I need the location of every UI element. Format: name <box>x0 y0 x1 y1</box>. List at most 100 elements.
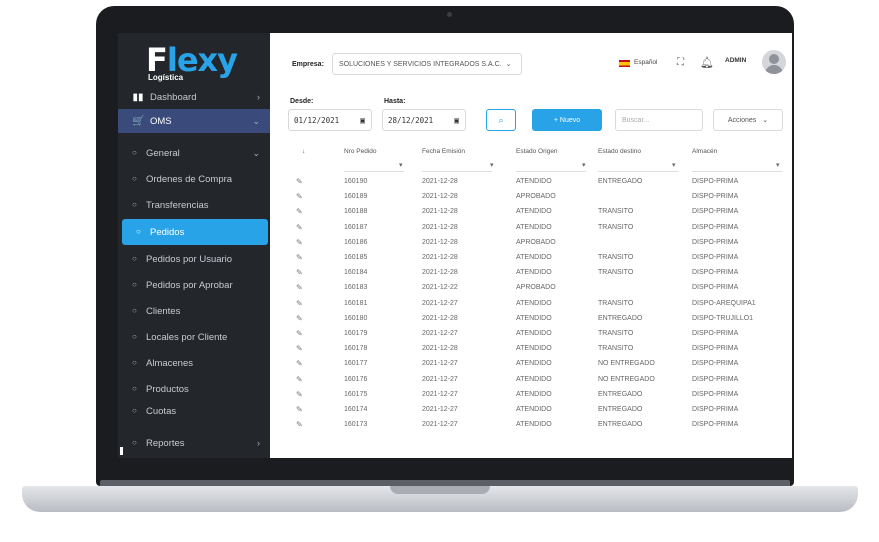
search-input[interactable]: Buscar... <box>615 109 703 131</box>
app-logo[interactable]: Flexy Logística <box>146 43 246 87</box>
sidebar-item-label: Cuotas <box>146 405 177 417</box>
table-row[interactable]: ✎ 160187 2021-12-28 ATENDIDO TRANSITO DISPO-P… <box>284 223 788 234</box>
edit-icon[interactable]: ✎ <box>296 299 303 308</box>
table-row[interactable]: ✎ 160189 2021-12-28 APROBADO DISPO-PRIMA <box>284 192 788 203</box>
fullscreen-icon[interactable]: ⛶ <box>677 57 684 68</box>
table-cell: TRANSITO <box>598 330 634 337</box>
chevron-down-icon: ⌄ <box>505 61 512 68</box>
calendar-icon[interactable]: ▣ <box>360 116 365 125</box>
sidebar-item-pedidos-usuario[interactable]: ○ Pedidos por Usuario <box>118 247 270 271</box>
filter-line <box>344 171 404 172</box>
table-row[interactable]: ✎ 160183 2021-12-22 APROBADO DISPO-PRIMA <box>284 283 788 294</box>
actions-label: Acciones <box>727 116 757 124</box>
sidebar-item-general[interactable]: ○ General ⌄ <box>118 141 270 165</box>
edit-icon[interactable]: ✎ <box>296 390 303 399</box>
user-name[interactable]: ADMIN <box>725 57 746 64</box>
table-cell: ATENDIDO <box>516 223 552 231</box>
header-estado-origen[interactable]: Estado Origen <box>516 148 558 155</box>
circle-icon: ○ <box>132 384 137 393</box>
hasta-date-input[interactable]: 28/12/2021 ▣ <box>382 109 466 131</box>
edit-icon[interactable]: ✎ <box>296 420 303 429</box>
header-nro-pedido[interactable]: Nro Pedido <box>344 148 377 155</box>
table-row[interactable]: ✎ 160173 2021-12-27 ATENDIDO ENTREGADO DISPO-… <box>284 420 788 431</box>
table-cell: DISPO-PRIMA <box>692 178 739 185</box>
sidebar: Flexy Logística ▮▮ Dashboard › 🛒 OMS ⌄ ○… <box>118 33 270 458</box>
sidebar-item-productos[interactable]: ○ Productos <box>118 377 270 401</box>
circle-icon: ○ <box>132 438 137 447</box>
filter-icon[interactable]: ▾ <box>582 161 586 169</box>
table-row[interactable]: ✎ 160176 2021-12-27 ATENDIDO NO ENTREGADO DIS… <box>284 375 788 386</box>
edit-icon[interactable]: ✎ <box>296 329 303 338</box>
table-row[interactable]: ✎ 160178 2021-12-28 ATENDIDO TRANSITO DISPO-P… <box>284 344 788 355</box>
new-button[interactable]: + Nuevo <box>532 109 602 131</box>
edit-icon[interactable]: ✎ <box>296 268 303 277</box>
table-row[interactable]: ✎ 160181 2021-12-27 ATENDIDO TRANSITO DISPO-A… <box>284 299 788 310</box>
filter-icon[interactable]: ▾ <box>399 161 403 169</box>
table-cell: 2021-12-28 <box>422 269 458 277</box>
circle-icon: ○ <box>132 254 137 263</box>
table-cell: 2021-12-27 <box>422 406 458 413</box>
edit-icon[interactable]: ✎ <box>296 314 303 323</box>
table-row[interactable]: ✎ 160184 2021-12-28 ATENDIDO TRANSITO DISPO-P… <box>284 268 788 279</box>
edit-icon[interactable]: ✎ <box>296 238 303 247</box>
avatar[interactable] <box>762 50 786 74</box>
header-sort-icon: ↓ <box>302 148 306 155</box>
sidebar-item-ordenes[interactable]: ○ Ordenes de Compra <box>118 167 270 191</box>
table-row[interactable]: ✎ 160188 2021-12-28 ATENDIDO TRANSITO DISPO-P… <box>284 207 788 218</box>
table-row[interactable]: ✎ 160175 2021-12-27 ATENDIDO ENTREGADO DISPO-… <box>284 390 788 401</box>
actions-dropdown[interactable]: Acciones ⌄ <box>713 109 783 131</box>
table-row[interactable]: ✎ 160185 2021-12-28 ATENDIDO TRANSITO DISPO-P… <box>284 253 788 264</box>
edit-icon[interactable]: ✎ <box>296 253 303 262</box>
top-bar: Empresa: SOLUCIONES Y SERVICIOS INTEGRAD… <box>270 33 792 95</box>
circle-icon: ○ <box>132 174 137 183</box>
table-cell: 160173 <box>344 421 368 429</box>
table-cell: 2021-12-28 <box>422 178 458 185</box>
search-button[interactable]: ⌕ <box>486 109 516 131</box>
table-cell: DISPO-PRIMA <box>692 345 739 353</box>
edit-icon[interactable]: ✎ <box>296 405 303 414</box>
header-estado-destino[interactable]: Estado destino <box>598 148 641 155</box>
bell-icon[interactable]: 🔔︎ <box>700 56 714 69</box>
table-cell: DISPO-PRIMA <box>692 390 739 398</box>
sidebar-item-oms[interactable]: 🛒 OMS ⌄ <box>118 109 270 133</box>
edit-icon[interactable]: ✎ <box>296 223 303 232</box>
edit-icon[interactable]: ✎ <box>296 344 303 353</box>
edit-icon[interactable]: ✎ <box>296 177 303 186</box>
empresa-select[interactable]: SOLUCIONES Y SERVICIOS INTEGRADOS S.A.C.… <box>332 53 522 75</box>
header-almacen[interactable]: Almacén <box>692 148 717 155</box>
sidebar-item-reportes[interactable]: ○ Reportes › <box>118 431 270 455</box>
table-cell: TRANSITO <box>598 345 634 353</box>
edit-icon[interactable]: ✎ <box>296 375 303 384</box>
edit-icon[interactable]: ✎ <box>296 207 303 216</box>
table-row[interactable]: ✎ 160179 2021-12-27 ATENDIDO TRANSITO DISPO-P… <box>284 329 788 340</box>
sidebar-item-dashboard[interactable]: ▮▮ Dashboard › <box>118 85 270 109</box>
sidebar-item-pedidos[interactable]: ○ Pedidos <box>122 219 268 245</box>
table-cell: APROBADO <box>516 193 556 201</box>
logo-subtitle: Logística <box>148 73 184 82</box>
sidebar-item-locales[interactable]: ○ Locales por Cliente <box>118 325 270 349</box>
sidebar-item-transferencias[interactable]: ○ Transferencias <box>118 193 270 217</box>
table-cell: DISPO-PRIMA <box>692 330 739 337</box>
table-cell: 160188 <box>344 208 368 216</box>
sidebar-item-cuotas[interactable]: ○ Cuotas <box>118 399 270 423</box>
table-row[interactable]: ✎ 160174 2021-12-27 ATENDIDO ENTREGADO DISPO-… <box>284 405 788 416</box>
edit-icon[interactable]: ✎ <box>296 359 303 368</box>
table-row[interactable]: ✎ 160186 2021-12-28 APROBADO DISPO-PRIMA <box>284 238 788 249</box>
calendar-icon[interactable]: ▣ <box>454 116 459 125</box>
table-row[interactable]: ✎ 160180 2021-12-28 ATENDIDO ENTREGADO DISPO-… <box>284 314 788 325</box>
language-selector[interactable]: Español <box>634 59 658 66</box>
main-content: Empresa: SOLUCIONES Y SERVICIOS INTEGRAD… <box>270 33 792 458</box>
desde-date-input[interactable]: 01/12/2021 ▣ <box>288 109 372 131</box>
filter-icon[interactable]: ▾ <box>672 161 676 169</box>
filter-icon[interactable]: ▾ <box>490 161 494 169</box>
table-row[interactable]: ✎ 160190 2021-12-28 ATENDIDO ENTREGADO DISPO-… <box>284 177 788 188</box>
edit-icon[interactable]: ✎ <box>296 283 303 292</box>
sidebar-item-pedidos-aprobar[interactable]: ○ Pedidos por Aprobar <box>118 273 270 297</box>
table-row[interactable]: ✎ 160177 2021-12-27 ATENDIDO NO ENTREGADO DIS… <box>284 359 788 370</box>
filter-icon[interactable]: ▾ <box>776 161 780 169</box>
header-fecha-emision[interactable]: Fecha Emisión <box>422 148 465 155</box>
edit-icon[interactable]: ✎ <box>296 192 303 201</box>
sidebar-item-almacenes[interactable]: ○ Almacenes <box>118 351 270 375</box>
spain-flag-icon[interactable] <box>619 60 630 67</box>
sidebar-item-clientes[interactable]: ○ Clientes <box>118 299 270 323</box>
